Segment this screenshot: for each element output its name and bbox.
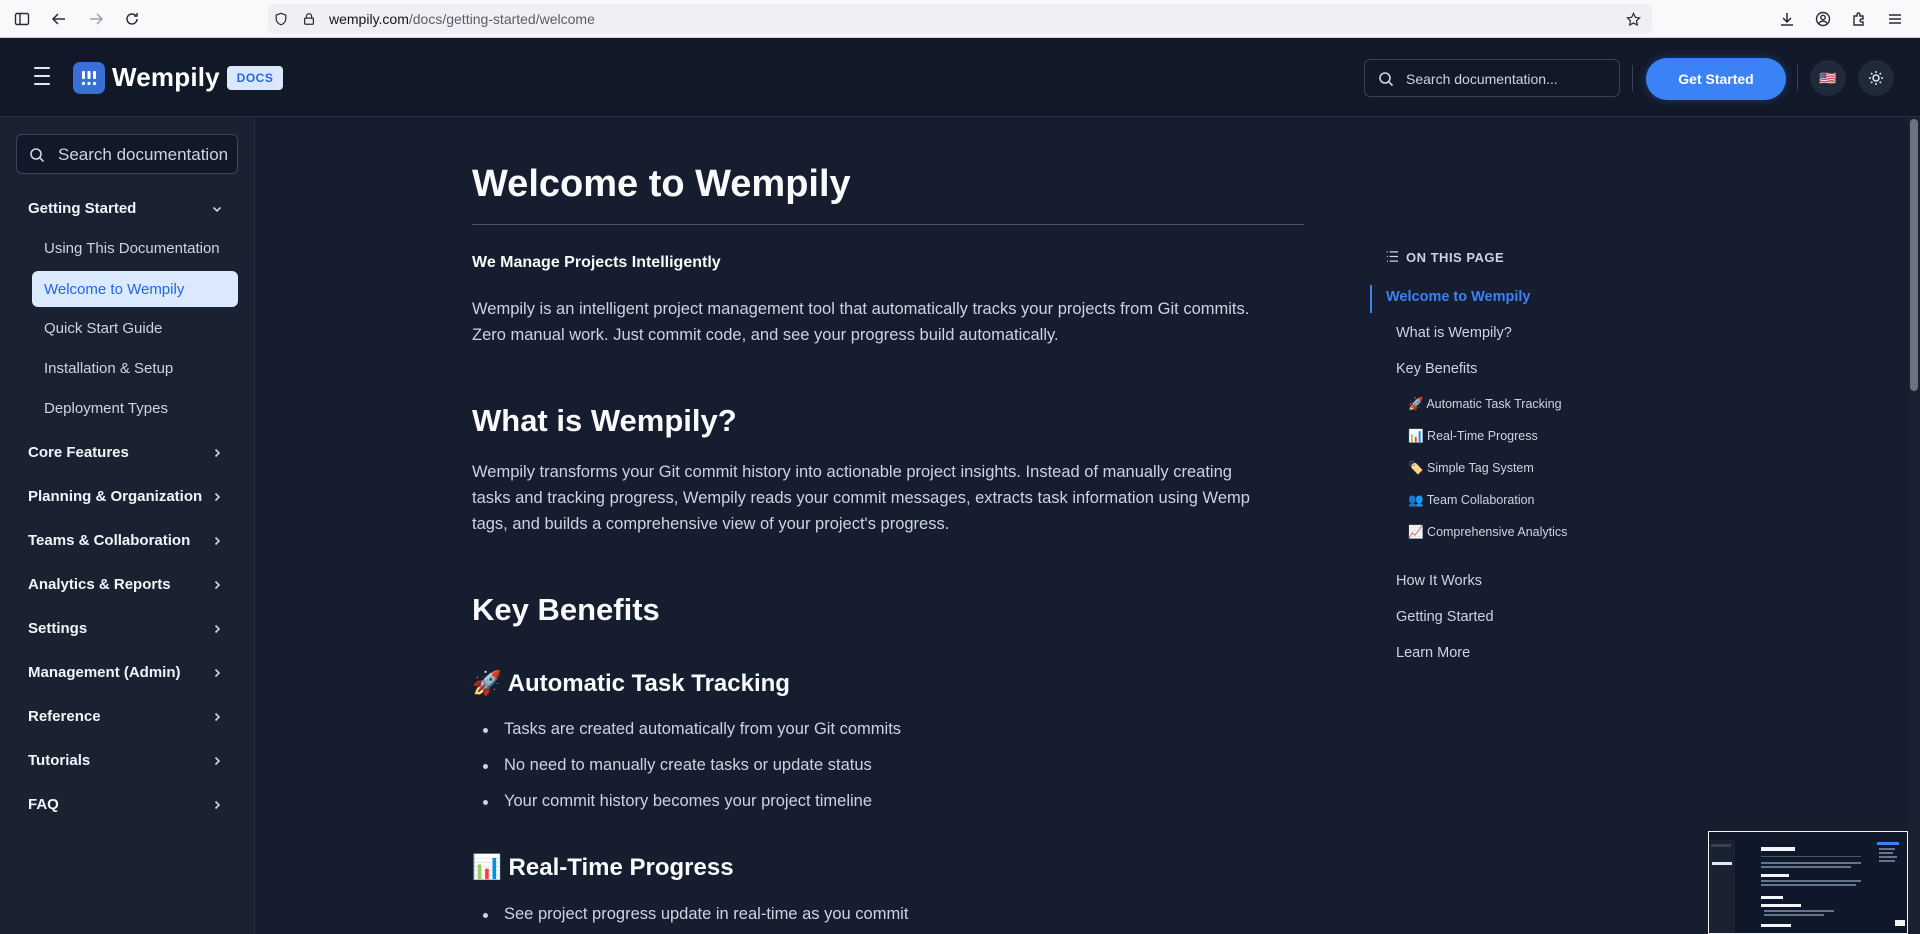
intro-line-1: Wempily is an intelligent project manage… [472,300,1250,318]
chevron-right-icon[interactable] [211,447,223,459]
account-icon[interactable] [1811,7,1835,31]
list-item: Tasks are created automatically from you… [482,720,902,738]
back-icon[interactable] [47,7,71,31]
nav-item-quick-start-guide[interactable]: Quick Start Guide [44,320,162,337]
header-search-placeholder: Search documentation... [1406,71,1558,87]
chevron-right-icon[interactable] [211,535,223,547]
nav-group-settings[interactable]: Settings [28,620,87,637]
toc-item-how-it-works[interactable]: How It Works [1396,573,1482,589]
heading-automatic-task-tracking: 🚀 Automatic Task Tracking [472,670,790,697]
browser-toolbar: wempily.com/docs/getting-started/welcome [0,0,1920,38]
what-line-1: Wempily transforms your Git commit histo… [472,463,1232,481]
search-icon [1379,72,1394,87]
toc-title: ON THIS PAGE [1406,250,1505,265]
nav-group-tutorials[interactable]: Tutorials [28,752,90,769]
logo-text[interactable]: Wempily [112,62,220,93]
nav-item-using-this-documentation[interactable]: Using This Documentation [44,240,220,257]
scrollbar-thumb[interactable] [1910,119,1918,391]
sidebar-toggle-icon[interactable] [10,7,34,31]
get-started-button[interactable]: Get Started [1646,58,1786,100]
header-divider [1797,65,1798,91]
hamburger-menu-icon[interactable] [30,67,54,87]
forward-icon[interactable] [84,7,108,31]
lock-icon[interactable] [302,12,316,26]
heading-what-is-wempily: What is Wempily? [472,403,737,438]
minimap-preview [1709,832,1907,933]
chevron-right-icon[interactable] [211,579,223,591]
extensions-icon[interactable] [1847,7,1871,31]
reload-icon[interactable] [120,7,144,31]
toc-item-learn-more[interactable]: Learn More [1396,645,1470,661]
bookmark-star-icon[interactable] [1626,12,1641,27]
nav-group-core-features[interactable]: Core Features [28,444,129,461]
downloads-icon[interactable] [1775,7,1799,31]
toc-item-comprehensive-analytics[interactable]: 📈 Comprehensive Analytics [1408,524,1578,540]
header-search-input[interactable]: Search documentation... [1364,59,1620,97]
url-domain: wempily.com [329,11,409,27]
page-tagline: We Manage Projects Intelligently [472,254,721,271]
main-content: Welcome to Wempily We Manage Projects In… [256,117,1908,934]
header-divider [1632,65,1633,91]
toc-item-real-time-progress[interactable]: 📊 Real-Time Progress [1408,428,1538,444]
title-divider [472,224,1304,225]
chevron-right-icon[interactable] [211,667,223,679]
nav-group-reference[interactable]: Reference [28,708,101,725]
chevron-down-icon[interactable] [211,203,223,215]
address-bar[interactable]: wempily.com/docs/getting-started/welcome [268,4,1652,34]
list-item: Your commit history becomes your project… [482,792,873,810]
toc-item-what-is-wempily[interactable]: What is Wempily? [1396,325,1512,341]
toc-item-getting-started[interactable]: Getting Started [1396,609,1494,625]
site-header: Wempily DOCS Search documentation... Get… [0,38,1920,117]
sidebar-search-input[interactable]: Search documentation [16,134,238,174]
logo-icon[interactable] [73,62,105,94]
toc-item-key-benefits[interactable]: Key Benefits [1396,361,1477,377]
nav-group-faq[interactable]: FAQ [28,796,59,813]
page-title: Welcome to Wempily [472,163,851,205]
list-item: No need to manually create tasks or upda… [483,756,872,774]
page-scrollbar[interactable] [1908,117,1920,934]
intro-line-2: Zero manual work. Just commit code, and … [472,326,1059,344]
what-line-3: tags, and builds a comprehensive view of… [472,515,950,533]
url-path: /docs/getting-started/welcome [408,11,595,27]
theme-toggle-button[interactable] [1858,60,1894,96]
nav-group-planning-organization[interactable]: Planning & Organization [28,488,202,505]
heading-key-benefits: Key Benefits [472,592,660,627]
toc-item-team-collaboration[interactable]: 👥 Team Collaboration [1408,492,1535,508]
toc-item-automatic-task-tracking[interactable]: 🚀 Automatic Task Tracking [1408,396,1562,412]
chevron-right-icon[interactable] [211,799,223,811]
sun-icon [1869,71,1883,85]
docs-badge: DOCS [227,66,283,90]
sidebar-search-placeholder: Search documentation [58,145,229,164]
shield-icon[interactable] [274,12,288,26]
list-icon [1386,251,1399,262]
url-text: wempily.com/docs/getting-started/welcome [329,11,595,27]
heading-real-time-progress: 📊 Real-Time Progress [472,854,734,881]
toc-item-simple-tag-system[interactable]: 🏷️ Simple Tag System [1408,460,1534,476]
chevron-right-icon[interactable] [211,623,223,635]
nav-group-management-admin[interactable]: Management (Admin) [28,664,181,681]
chevron-right-icon[interactable] [211,491,223,503]
chevron-right-icon[interactable] [211,711,223,723]
chevron-right-icon[interactable] [211,755,223,767]
what-line-2: tasks and tracking progress, Wempily rea… [472,489,1250,507]
page-minimap-thumbnail[interactable] [1708,831,1908,934]
nav-group-analytics-reports[interactable]: Analytics & Reports [28,576,171,593]
nav-item-installation-setup[interactable]: Installation & Setup [44,360,173,377]
language-flag-button[interactable]: 🇺🇸 [1810,60,1846,96]
search-icon [30,148,45,163]
menu-icon[interactable] [1883,7,1907,31]
list-item: See project progress update in real-time… [482,905,909,923]
nav-item-welcome-to-wempily[interactable]: Welcome to Wempily [32,271,238,307]
left-sidebar: Search documentation Getting Started Usi… [0,117,255,934]
toc-item-welcome[interactable]: Welcome to Wempily [1386,289,1531,305]
nav-group-teams-collaboration[interactable]: Teams & Collaboration [28,532,190,549]
nav-group-getting-started[interactable]: Getting Started [28,200,136,217]
nav-item-deployment-types[interactable]: Deployment Types [44,400,168,417]
toc-active-indicator [1370,285,1372,313]
